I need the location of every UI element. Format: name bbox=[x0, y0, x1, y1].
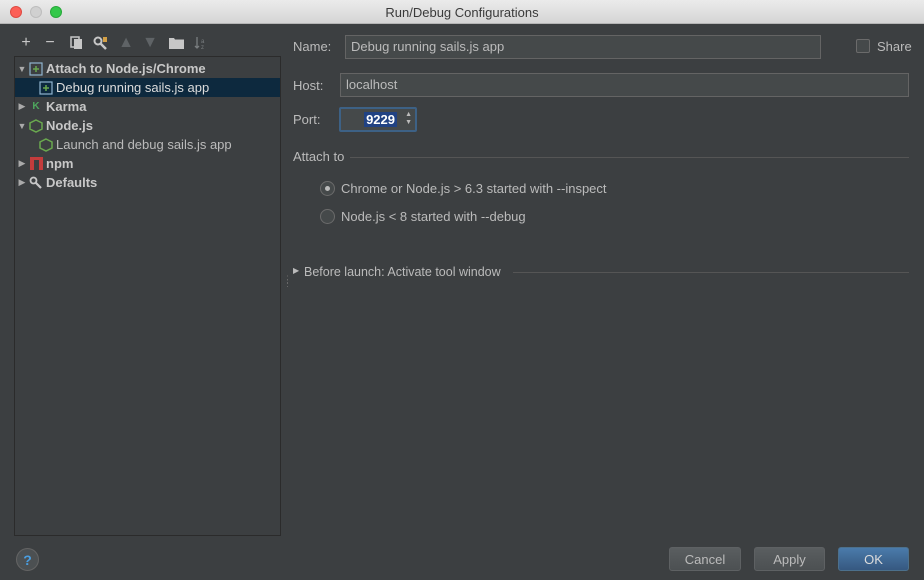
folder-icon[interactable] bbox=[166, 32, 186, 54]
svg-text:z: z bbox=[201, 45, 204, 50]
attach-config-icon bbox=[29, 61, 43, 76]
configuration-tree: ▼ Attach to Node.js/Chrome Debug running… bbox=[14, 56, 281, 536]
host-input[interactable]: localhost bbox=[340, 73, 909, 97]
nodejs-icon bbox=[39, 137, 53, 152]
share-checkbox[interactable] bbox=[856, 39, 870, 53]
radio-debug[interactable] bbox=[320, 209, 335, 224]
tree-item-label: Debug running sails.js app bbox=[56, 80, 210, 95]
tree-item-nodejs[interactable]: ▼ Node.js bbox=[15, 116, 280, 135]
port-label: Port: bbox=[293, 112, 321, 127]
share-label: Share bbox=[877, 39, 912, 54]
npm-icon bbox=[29, 157, 43, 171]
tree-item-label: npm bbox=[46, 156, 74, 171]
ok-button[interactable]: OK bbox=[838, 547, 909, 571]
tree-item-attach-to-nodejs-chrome[interactable]: ▼ Attach to Node.js/Chrome bbox=[15, 59, 280, 78]
copy-icon[interactable] bbox=[66, 32, 86, 54]
karma-icon: K bbox=[32, 101, 40, 112]
tree-item-label: Launch and debug sails.js app bbox=[56, 137, 232, 152]
collapsed-arrow-icon[interactable]: ▶ bbox=[15, 177, 29, 188]
tree-item-label: Defaults bbox=[46, 175, 98, 190]
plus-icon[interactable]: + bbox=[16, 32, 36, 54]
name-label: Name: bbox=[293, 39, 332, 54]
expanded-arrow-icon[interactable]: ▼ bbox=[15, 64, 29, 74]
tree-item-label: Attach to Node.js/Chrome bbox=[46, 61, 206, 76]
collapsed-arrow-icon[interactable]: ▶ bbox=[293, 266, 299, 275]
nodejs-icon bbox=[29, 118, 43, 133]
help-button[interactable]: ? bbox=[16, 548, 39, 571]
port-value[interactable]: 9229 bbox=[364, 112, 397, 127]
host-label: Host: bbox=[293, 78, 324, 93]
tree-item-defaults[interactable]: ▶ Defaults bbox=[15, 173, 280, 192]
window-title: Run/Debug Configurations bbox=[385, 5, 539, 20]
radio-inspect-label[interactable]: Chrome or Node.js > 6.3 started with --i… bbox=[341, 181, 607, 196]
collapsed-arrow-icon[interactable]: ▶ bbox=[15, 158, 29, 169]
port-spinner[interactable]: 9229 ▲ ▼ bbox=[339, 107, 417, 132]
apply-button[interactable]: Apply bbox=[754, 547, 825, 571]
title-bar: Run/Debug Configurations bbox=[0, 0, 924, 24]
collapsed-arrow-icon[interactable]: ▶ bbox=[15, 101, 29, 112]
splitter-handle[interactable]: ⋮ ⋮ bbox=[283, 275, 292, 288]
name-input[interactable]: Debug running sails.js app bbox=[345, 35, 821, 59]
tree-item-debug-running-sails-app[interactable]: Debug running sails.js app bbox=[15, 78, 280, 97]
expanded-arrow-icon[interactable]: ▼ bbox=[15, 121, 29, 131]
attach-config-icon bbox=[39, 80, 53, 95]
before-launch-toggle[interactable]: Before launch: Activate tool window bbox=[304, 265, 501, 279]
radio-debug-label[interactable]: Node.js < 8 started with --debug bbox=[341, 209, 526, 224]
tree-item-npm[interactable]: ▶ npm bbox=[15, 154, 280, 173]
tree-item-launch-and-debug-sails-app[interactable]: Launch and debug sails.js app bbox=[15, 135, 280, 154]
wrench-icon[interactable] bbox=[91, 32, 111, 54]
tree-item-label: Node.js bbox=[46, 118, 93, 133]
cancel-button[interactable]: Cancel bbox=[669, 547, 741, 571]
radio-inspect[interactable] bbox=[320, 181, 335, 196]
attach-to-separator bbox=[350, 157, 909, 158]
spinner-arrows-icon[interactable]: ▲ ▼ bbox=[405, 111, 412, 127]
minus-icon[interactable]: − bbox=[40, 32, 60, 54]
sort-icon[interactable]: az bbox=[191, 32, 211, 54]
wrench-icon bbox=[29, 176, 43, 190]
arrow-up-icon[interactable]: ▲ bbox=[116, 32, 136, 54]
tree-item-label: Karma bbox=[46, 99, 87, 114]
arrow-down-icon[interactable]: ▼ bbox=[140, 32, 160, 54]
attach-to-title: Attach to bbox=[293, 149, 345, 164]
tree-item-karma[interactable]: ▶ K Karma bbox=[15, 97, 280, 116]
before-launch-separator bbox=[513, 272, 909, 273]
